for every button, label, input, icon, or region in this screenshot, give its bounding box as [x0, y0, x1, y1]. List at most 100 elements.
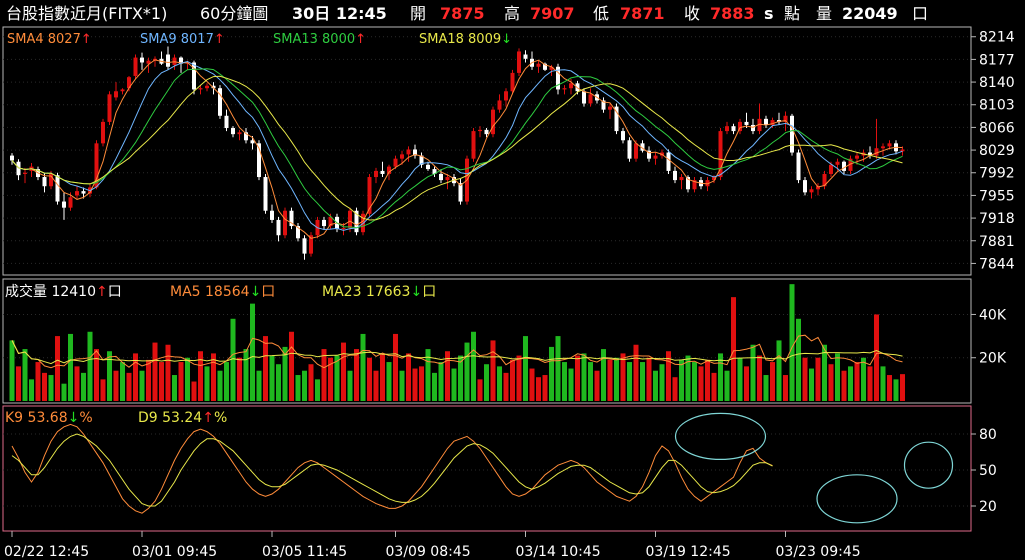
volume-bar [432, 372, 437, 401]
candle [224, 109, 229, 132]
candle-body [218, 88, 222, 116]
candle [309, 232, 313, 257]
volume-bar [679, 359, 684, 401]
price-tick-label: 7992 [979, 166, 1015, 182]
candle-body [101, 121, 105, 144]
volume-bar [789, 284, 795, 401]
kd-legend: K9 53.68↓% D9 53.24↑% [5, 410, 227, 426]
volume-bar [217, 370, 223, 401]
volume-bar [48, 375, 54, 401]
candle-body [504, 91, 508, 101]
candle-body [653, 155, 658, 159]
volume-bar [607, 359, 613, 401]
legend-k9-suffix: % [79, 410, 92, 426]
volume-bar [100, 379, 106, 401]
volume-bar [360, 333, 366, 401]
candle-body [835, 161, 840, 165]
volume-tick-label: 20K [979, 351, 1007, 367]
legend-ma5: MA5 18564↓口 [170, 284, 275, 300]
volume-bar [464, 342, 470, 401]
price-tick-label: 7918 [979, 211, 1015, 227]
candle [205, 83, 209, 92]
candle [777, 112, 781, 125]
volume-bar [341, 342, 346, 401]
candle [166, 46, 170, 70]
volume-bar [802, 357, 808, 401]
volume-bar [94, 349, 99, 401]
candle-body [673, 170, 677, 181]
time-tick-label: 03/01 09:45 [132, 544, 217, 560]
legend-k9-label: K9 53.68 [5, 410, 68, 426]
volume-bar [614, 357, 619, 401]
candle-body [276, 219, 281, 236]
candle [296, 222, 300, 242]
candle [692, 177, 697, 193]
candle [153, 56, 157, 67]
legend-volume-box: 口 [108, 284, 122, 300]
points-label: 點 [784, 4, 800, 23]
chart-header: 台股指數近月(FITX*1) 60分鐘圖 30日 12:45 開 7875 高 … [6, 4, 928, 23]
volume-bar [451, 368, 457, 401]
candle [679, 173, 684, 190]
volume-bar [536, 377, 541, 401]
candle-body [302, 238, 307, 254]
candle-body [270, 210, 274, 220]
volume-bar [471, 331, 476, 401]
volume-bar [796, 318, 801, 401]
candle-body [725, 126, 729, 132]
price-tick-label: 8066 [979, 120, 1015, 136]
candle [731, 123, 736, 135]
volume-bar [841, 370, 847, 401]
volume-bar [347, 370, 353, 401]
candle [523, 50, 528, 63]
price-legend: SMA4 8027↑ SMA9 8017↑ SMA13 8000↑ SMA18 … [7, 32, 512, 47]
candle [406, 146, 411, 162]
candle [608, 103, 612, 119]
candle [497, 94, 502, 113]
legend-ma5-box: 口 [261, 284, 275, 300]
volume-bar [705, 359, 710, 401]
volume-bar [497, 366, 502, 401]
volume-bar [893, 379, 899, 401]
legend-sma9: SMA9 8017↑ [140, 32, 225, 47]
candle [75, 186, 79, 199]
legend-sma18: SMA18 8009↓ [419, 32, 512, 47]
legend-k9-arrow: ↓ [68, 410, 80, 426]
volume-bar [757, 355, 762, 401]
candle-body [803, 180, 807, 193]
legend-ma23: MA23 17663↓口 [322, 284, 436, 300]
legend-sma4-arrow: ↑ [81, 32, 92, 47]
candle-body [731, 126, 736, 132]
candle [283, 207, 287, 239]
volume-bar [393, 333, 398, 401]
volume-bar [575, 355, 580, 401]
candle-body [23, 172, 27, 174]
volume-bar [367, 357, 372, 401]
volume-bar [815, 357, 821, 401]
volume-bar [737, 357, 743, 401]
volume-bar [549, 346, 554, 401]
volume-bar [510, 359, 515, 401]
volume-bar [581, 353, 587, 401]
candle-body [562, 88, 567, 90]
volume-bar [555, 336, 561, 401]
date-time: 30日 12:45 [292, 4, 387, 23]
volume-bar [711, 372, 717, 401]
legend-d9: D9 53.24↑% [138, 410, 227, 426]
candle-body [55, 175, 60, 202]
candle [354, 207, 359, 236]
candle-body [114, 91, 118, 98]
price-tick-label: 7955 [979, 188, 1015, 204]
instrument-name: 台股指數近月(FITX*1) [6, 4, 167, 23]
candle [881, 143, 885, 156]
volume-bar [588, 362, 593, 401]
time-tick-label: 03/19 12:45 [646, 544, 731, 560]
candle-body [406, 149, 411, 155]
candle [322, 216, 326, 230]
candle-body [374, 170, 378, 178]
candle-body [881, 146, 885, 149]
volume-bar [419, 366, 424, 401]
volume-bar [68, 333, 73, 401]
candle [432, 166, 437, 178]
volume-bar [308, 364, 314, 401]
